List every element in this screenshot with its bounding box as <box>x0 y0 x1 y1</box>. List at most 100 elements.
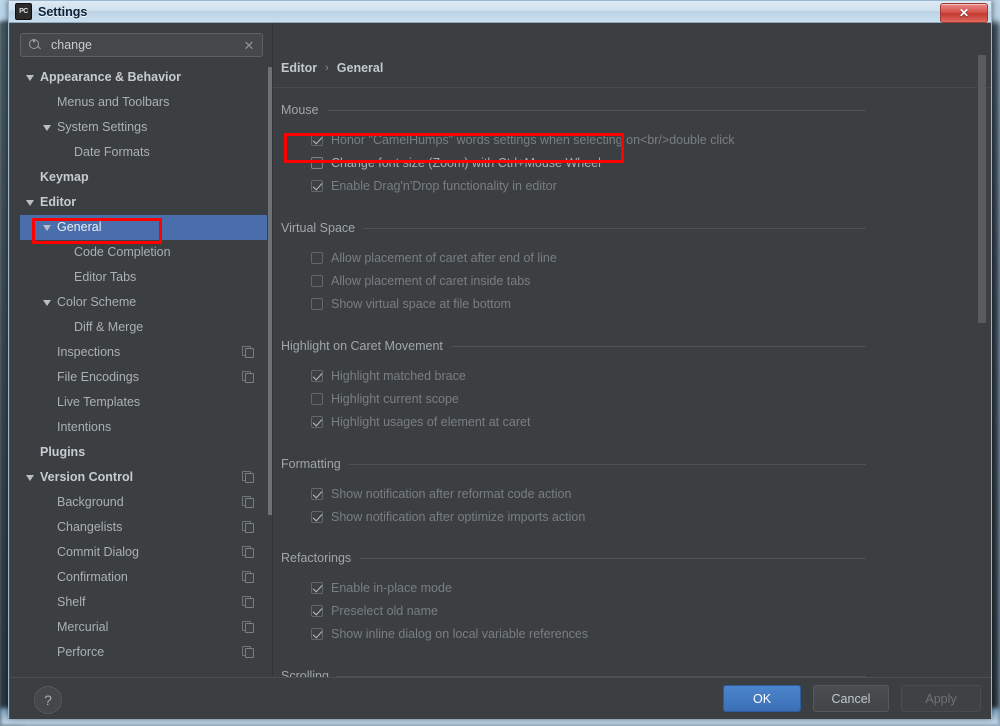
checkbox-label: Highlight current scope <box>331 391 459 406</box>
copy-settings-icon[interactable] <box>242 371 254 383</box>
cancel-button[interactable]: Cancel <box>813 685 889 712</box>
sidebar-item-live-templates[interactable]: Live Templates <box>20 390 272 415</box>
breadcrumb-root[interactable]: Editor <box>281 61 317 75</box>
sidebar-item-diff-merge[interactable]: Diff & Merge <box>20 315 272 340</box>
checkbox-row[interactable]: Enable Drag'n'Drop functionality in edit… <box>311 174 866 197</box>
checkbox[interactable] <box>311 581 323 594</box>
search-input[interactable] <box>42 37 240 53</box>
breadcrumb: Editor › General <box>281 61 383 75</box>
chevron-down-icon[interactable] <box>43 124 51 131</box>
copy-settings-icon[interactable] <box>242 496 254 508</box>
title-bar[interactable]: PC Settings ✕ <box>9 1 991 23</box>
section-title: Refactorings <box>281 551 352 565</box>
settings-content-pane: Editor › General Mouse Honor "CamelHumps"… <box>273 23 991 683</box>
sidebar-item-keymap[interactable]: Keymap <box>20 165 272 190</box>
checkbox[interactable] <box>311 627 323 640</box>
cancel-button-label: Cancel <box>831 691 871 706</box>
settings-tree[interactable]: Appearance & Behavior Menus and Toolbars S… <box>20 65 272 675</box>
sidebar-item-system-settings[interactable]: System Settings <box>20 115 272 140</box>
checkbox-row[interactable]: Show inline dialog on local variable ref… <box>311 622 866 645</box>
sidebar-item-shelf[interactable]: Shelf <box>20 590 272 615</box>
sidebar-item-editor[interactable]: Editor <box>20 190 272 215</box>
section-highlight-on-caret-movement: Highlight on Caret Movement Highlight mat… <box>281 339 866 433</box>
checkbox[interactable] <box>311 156 323 169</box>
sidebar-item-date-formats[interactable]: Date Formats <box>20 140 272 165</box>
sidebar-item-label: Menus and Toolbars <box>57 95 170 109</box>
checkbox[interactable] <box>311 251 323 264</box>
sidebar-item-label: Live Templates <box>57 395 141 409</box>
sidebar-item-label: Appearance & Behavior <box>40 70 182 84</box>
checkbox-row[interactable]: Change font size (Zoom) with Ctrl+Mouse … <box>306 151 866 175</box>
sidebar-item-perforce[interactable]: Perforce <box>20 640 272 665</box>
checkbox-label: Show notification after optimize imports… <box>331 509 586 524</box>
sidebar-item-version-control[interactable]: Version Control <box>20 465 272 490</box>
checkbox-row[interactable]: Highlight current scope <box>311 387 866 410</box>
copy-settings-icon[interactable] <box>242 646 254 658</box>
checkbox-row[interactable]: Show notification after reformat code ac… <box>311 482 866 505</box>
checkbox[interactable] <box>311 179 323 192</box>
checkbox[interactable] <box>311 274 323 287</box>
chevron-down-icon[interactable] <box>43 224 51 231</box>
sidebar-item-mercurial[interactable]: Mercurial <box>20 615 272 640</box>
breadcrumb-leaf: General <box>336 61 384 75</box>
checkbox-label: Show virtual space at file bottom <box>331 296 511 311</box>
content-scrollbar-thumb[interactable] <box>978 55 986 323</box>
checkbox-row[interactable]: Enable in-place mode <box>311 576 866 599</box>
checkbox-row[interactable]: Highlight matched brace <box>311 364 866 387</box>
checkbox[interactable] <box>311 604 323 617</box>
checkbox[interactable] <box>311 510 323 523</box>
sidebar-item-color-scheme[interactable]: Color Scheme <box>20 290 272 315</box>
checkbox-row[interactable]: Allow placement of caret after end of li… <box>311 246 866 269</box>
sidebar-item-plugins[interactable]: Plugins <box>20 440 272 465</box>
window-title: Settings <box>38 4 88 19</box>
checkbox-row[interactable]: Show virtual space at file bottom <box>311 292 866 315</box>
chevron-down-icon[interactable] <box>26 199 34 206</box>
sidebar-item-appearance-behavior[interactable]: Appearance & Behavior <box>20 65 272 90</box>
sidebar-item-background[interactable]: Background <box>20 490 272 515</box>
sidebar-item-changelists[interactable]: Changelists <box>20 515 272 540</box>
sidebar-item-general[interactable]: General <box>20 215 272 240</box>
sidebar-item-label: Intentions <box>57 420 112 434</box>
copy-settings-icon[interactable] <box>242 571 254 583</box>
chevron-down-icon[interactable] <box>26 74 34 81</box>
checkbox[interactable] <box>311 487 323 500</box>
checkbox-row[interactable]: Honor "CamelHumps" words settings when s… <box>311 128 866 151</box>
help-button[interactable]: ? <box>34 686 62 714</box>
sidebar-item-label: Perforce <box>57 645 105 659</box>
copy-settings-icon[interactable] <box>242 521 254 533</box>
sidebar-item-menus-and-toolbars[interactable]: Menus and Toolbars <box>20 90 272 115</box>
copy-settings-icon[interactable] <box>242 346 254 358</box>
ok-button[interactable]: OK <box>723 685 801 712</box>
checkbox[interactable] <box>311 133 323 146</box>
sidebar-item-commit-dialog[interactable]: Commit Dialog <box>20 540 272 565</box>
close-button[interactable]: ✕ <box>940 3 988 23</box>
search-field[interactable]: ✕ <box>20 33 263 57</box>
checkbox-row[interactable]: Show notification after optimize imports… <box>311 505 866 528</box>
sidebar-item-file-encodings[interactable]: File Encodings <box>20 365 272 390</box>
checkbox-row[interactable]: Preselect old name <box>311 599 866 622</box>
copy-settings-icon[interactable] <box>242 596 254 608</box>
checkbox-row[interactable]: Highlight usages of element at caret <box>311 410 866 433</box>
copy-settings-icon[interactable] <box>242 471 254 483</box>
copy-settings-icon[interactable] <box>242 621 254 633</box>
sidebar-item-intentions[interactable]: Intentions <box>20 415 272 440</box>
checkbox-label: Change font size (Zoom) with Ctrl+Mouse … <box>331 155 601 170</box>
pycharm-icon: PC <box>15 3 32 20</box>
section-rule <box>450 345 866 347</box>
checkbox[interactable] <box>311 392 323 405</box>
sidebar-item-code-completion[interactable]: Code Completion <box>20 240 272 265</box>
sidebar-item-confirmation[interactable]: Confirmation <box>20 565 272 590</box>
checkbox[interactable] <box>311 415 323 428</box>
clear-search-icon[interactable]: ✕ <box>240 39 258 52</box>
checkbox[interactable] <box>311 297 323 310</box>
checkbox-row[interactable]: Allow placement of caret inside tabs <box>311 269 866 292</box>
chevron-down-icon[interactable] <box>43 299 51 306</box>
sidebar-item-editor-tabs[interactable]: Editor Tabs <box>20 265 272 290</box>
chevron-down-icon[interactable] <box>26 474 34 481</box>
sidebar-item-inspections[interactable]: Inspections <box>20 340 272 365</box>
checkbox[interactable] <box>311 369 323 382</box>
copy-settings-icon[interactable] <box>242 546 254 558</box>
